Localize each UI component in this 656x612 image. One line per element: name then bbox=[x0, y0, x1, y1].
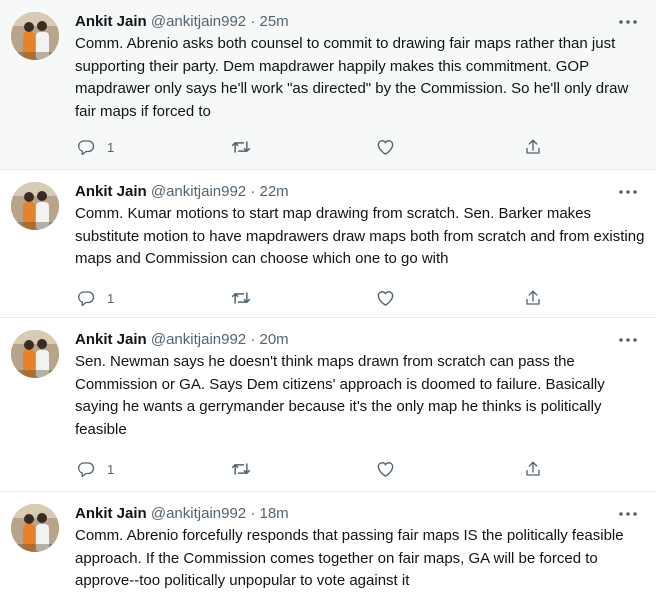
tweet-text: Comm. Abrenio asks both counsel to commi… bbox=[75, 35, 629, 120]
share-icon bbox=[526, 139, 540, 154]
tweet-actions: 1 bbox=[75, 137, 635, 157]
separator: · bbox=[250, 331, 256, 348]
reply-icon bbox=[78, 140, 95, 156]
share-icon bbox=[526, 290, 540, 305]
tweet-header: Ankit Jain @ankitjain992 · 22m bbox=[75, 182, 616, 202]
avatar-photo bbox=[11, 182, 59, 230]
separator: · bbox=[250, 13, 256, 30]
tweet-text: Comm. Kumar motions to start map drawing… bbox=[75, 205, 645, 267]
author-handle[interactable]: @ankitjain992 bbox=[151, 183, 246, 200]
author-handle[interactable]: @ankitjain992 bbox=[151, 13, 246, 30]
tweet-actions: 1 bbox=[75, 459, 635, 479]
reply-button[interactable]: 1 bbox=[77, 459, 114, 479]
share-button[interactable] bbox=[524, 459, 542, 479]
tweet[interactable]: Ankit Jain @ankitjain992 · 18m Comm. Abr… bbox=[0, 492, 656, 612]
tweet[interactable]: Ankit Jain @ankitjain992 · 25m Comm. Abr… bbox=[0, 0, 656, 170]
author-name[interactable]: Ankit Jain bbox=[75, 13, 147, 30]
tweet-text: Sen. Newman says he doesn't think maps d… bbox=[75, 353, 605, 438]
reply-button[interactable]: 1 bbox=[77, 137, 114, 157]
tweet-actions: 1 bbox=[75, 288, 635, 308]
retweet-icon bbox=[231, 141, 251, 153]
tweet[interactable]: Ankit Jain @ankitjain992 · 22m Comm. Kum… bbox=[0, 170, 656, 318]
avatar[interactable] bbox=[11, 504, 59, 552]
like-button[interactable] bbox=[376, 459, 395, 479]
tweet[interactable]: Ankit Jain @ankitjain992 · 20m Sen. Newm… bbox=[0, 318, 656, 492]
author-name[interactable]: Ankit Jain bbox=[75, 505, 147, 522]
like-button[interactable] bbox=[376, 288, 395, 308]
like-button[interactable] bbox=[376, 137, 395, 157]
avatar[interactable] bbox=[11, 12, 59, 60]
avatar[interactable] bbox=[11, 330, 59, 378]
more-icon[interactable] bbox=[616, 12, 640, 32]
retweet-button[interactable] bbox=[231, 459, 251, 479]
more-icon[interactable] bbox=[616, 504, 640, 524]
reply-icon bbox=[78, 291, 95, 307]
reply-icon bbox=[78, 462, 95, 478]
avatar-photo bbox=[11, 12, 59, 60]
timestamp[interactable]: 18m bbox=[260, 505, 289, 522]
reply-count: 1 bbox=[107, 139, 115, 155]
avatar[interactable] bbox=[11, 182, 59, 230]
retweet-icon bbox=[231, 292, 251, 304]
author-handle[interactable]: @ankitjain992 bbox=[151, 331, 246, 348]
like-icon bbox=[377, 462, 394, 477]
author-name[interactable]: Ankit Jain bbox=[75, 183, 147, 200]
tweet-text: Comm. Abrenio forcefully responds that p… bbox=[75, 527, 624, 589]
avatar-photo bbox=[11, 330, 59, 378]
separator: · bbox=[250, 183, 256, 200]
retweet-button[interactable] bbox=[231, 288, 251, 308]
like-icon bbox=[377, 140, 394, 155]
retweet-button[interactable] bbox=[231, 137, 251, 157]
tweet-header: Ankit Jain @ankitjain992 · 18m bbox=[75, 504, 616, 524]
reply-count: 1 bbox=[107, 290, 115, 306]
timestamp[interactable]: 22m bbox=[260, 183, 289, 200]
reply-count: 1 bbox=[107, 461, 115, 477]
like-icon bbox=[377, 291, 394, 306]
avatar-photo bbox=[11, 504, 59, 552]
timestamp[interactable]: 25m bbox=[260, 13, 289, 30]
author-handle[interactable]: @ankitjain992 bbox=[151, 505, 246, 522]
share-button[interactable] bbox=[524, 137, 542, 157]
reply-button[interactable]: 1 bbox=[77, 288, 114, 308]
timestamp[interactable]: 20m bbox=[260, 331, 289, 348]
share-button[interactable] bbox=[524, 288, 542, 308]
tweet-feed: Ankit Jain @ankitjain992 · 25m Comm. Abr… bbox=[0, 0, 656, 612]
more-icon[interactable] bbox=[616, 182, 640, 202]
author-name[interactable]: Ankit Jain bbox=[75, 331, 147, 348]
more-icon[interactable] bbox=[616, 330, 640, 350]
share-icon bbox=[526, 461, 540, 476]
retweet-icon bbox=[231, 463, 251, 475]
tweet-header: Ankit Jain @ankitjain992 · 25m bbox=[75, 12, 616, 32]
tweet-header: Ankit Jain @ankitjain992 · 20m bbox=[75, 330, 616, 350]
separator: · bbox=[250, 505, 256, 522]
